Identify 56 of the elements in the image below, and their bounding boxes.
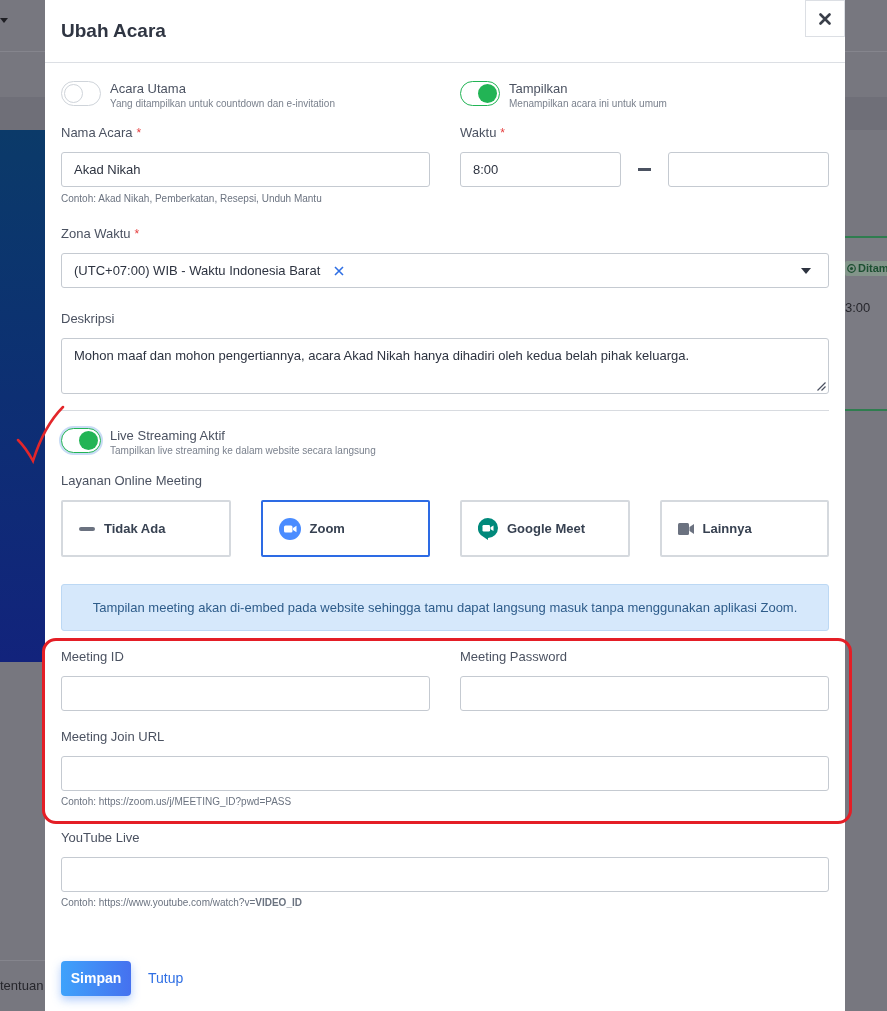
service-option[interactable]: Tidak Ada (61, 500, 231, 557)
footer-text: tentuan (0, 977, 44, 996)
hint-text: Contoh: https://zoom.us/j/MEETING_ID?pwd=PASS (61, 796, 293, 808)
input-field[interactable] (61, 857, 829, 892)
toggle-label: Acara Utama (110, 81, 187, 97)
toggle-description: Menampilkan acara ini untuk umum (509, 97, 667, 110)
status-badge: Ditam (845, 261, 887, 276)
required-asterisk: * (500, 125, 506, 141)
chat-camera-icon (478, 517, 498, 540)
service-option[interactable]: Lainnya (659, 500, 829, 557)
input-field[interactable] (61, 756, 829, 791)
eye-icon (847, 264, 856, 273)
description-textarea[interactable]: Mohon maaf dan mohon pengertiannya, acara Akad Nikah hanya dihadiri oleh kedua belah pihak keluarga. (61, 338, 829, 394)
hint-text: Contoh: Akad Nikah, Pemberkatan, Resepsi, Unduh Mantu (61, 193, 323, 205)
required-asterisk: * (136, 125, 142, 141)
toggle-label: Live Streaming Aktif (110, 428, 226, 444)
caret-down-icon (801, 267, 811, 274)
service-option[interactable]: Zoom (260, 500, 430, 557)
input-field[interactable] (460, 676, 829, 711)
field-label: Deskripsi (61, 311, 115, 327)
close-icon (819, 12, 831, 25)
video-camera-icon (278, 517, 301, 540)
field-label: Nama Acara (61, 125, 133, 141)
toggle-switch[interactable] (59, 426, 103, 455)
required-asterisk: * (134, 226, 140, 242)
close-link[interactable]: Tutup (148, 968, 184, 989)
toggle-switch[interactable] (61, 81, 101, 106)
toggle-label: Tampilkan (509, 81, 569, 97)
time-input[interactable]: 8:00 (460, 152, 621, 187)
dash-icon (638, 168, 651, 171)
service-option[interactable]: Google Meet (460, 500, 630, 557)
checkmark-icon (15, 404, 65, 464)
hint-text: Contoh: https://www.youtube.com/watch?v=VIDEO_ID (61, 897, 303, 909)
field-label: Meeting ID (61, 649, 124, 665)
time-text: 3:00 (845, 299, 872, 317)
timezone-select[interactable]: (UTC+07:00) WIB - Waktu Indonesia Barat (61, 253, 829, 288)
field-label: Meeting Password (460, 649, 567, 665)
clear-icon (334, 265, 345, 276)
toggle-switch[interactable] (460, 81, 500, 106)
field-label: Waktu (460, 125, 497, 141)
dash-icon (79, 526, 95, 531)
field-label: Meeting Join URL (61, 729, 165, 745)
modal-title: Ubah Acara (61, 18, 166, 43)
toggle-description: Yang ditampilkan untuk countdown dan e-invitation (110, 97, 335, 110)
info-alert: Tampilan meeting akan di-embed pada website sehingga tamu dapat langsung masuk tanpa menggunakan aplikasi Zoom. (61, 584, 829, 631)
field-label: Zona Waktu (61, 226, 131, 242)
input-field[interactable]: Akad Nikah (61, 152, 430, 187)
video-camera-icon (677, 522, 694, 535)
field-label: Layanan Online Meeting (61, 473, 202, 489)
toggle-description: Tampilkan live streaming ke dalam website secara langsung (110, 444, 376, 457)
input-field[interactable] (61, 676, 430, 711)
time-input[interactable] (668, 152, 829, 187)
field-label: YouTube Live (61, 830, 140, 846)
caret-down-icon (0, 18, 8, 23)
close-button[interactable] (805, 0, 845, 37)
resize-handle-icon (817, 382, 826, 391)
